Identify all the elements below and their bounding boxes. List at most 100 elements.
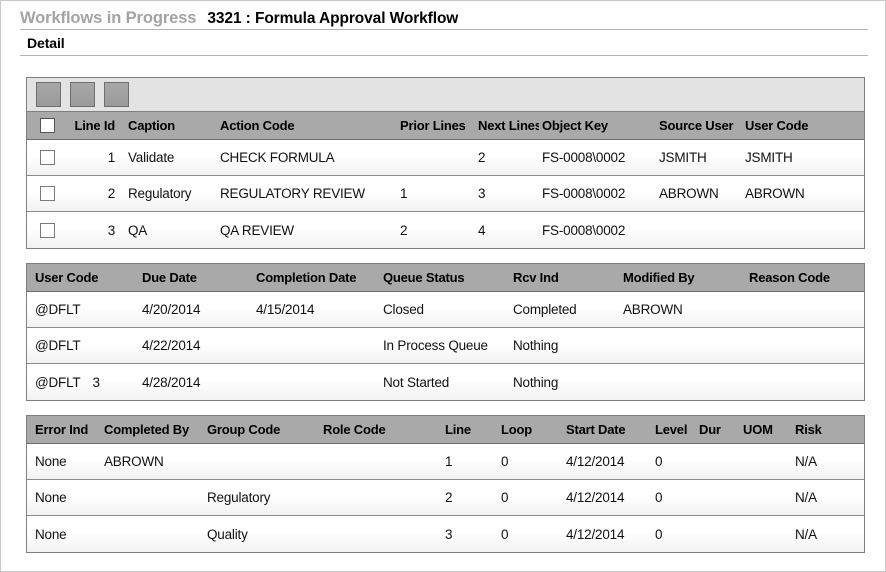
col-header-level[interactable]: Level [652,422,696,437]
col-header-loop[interactable]: Loop [498,422,563,437]
table-row[interactable]: @DFLT 4/20/2014 4/15/2014 Closed Complet… [27,292,864,328]
cell-due-date: 4/28/2014 [142,374,201,390]
cell-start-date: 4/12/2014 [566,454,625,469]
cell-next-lines: 3 [478,186,486,201]
cell-completion-date: 4/15/2014 [256,302,315,317]
table-row[interactable]: None Quality 3 0 4/12/2014 0 N/A [27,516,864,552]
cell-queue-user-code: @DFLT 3 [27,375,139,390]
cell-action-code: REGULATORY REVIEW [220,186,365,201]
page-header: Workflows in Progress 3321 : Formula App… [20,9,868,56]
table-row[interactable]: None ABROWN 1 0 4/12/2014 0 N/A [27,444,864,480]
col-header-uom[interactable]: UOM [740,422,792,437]
cell-line: 3 [445,526,453,542]
row-select-cell[interactable] [27,222,67,238]
col-header-reason-code[interactable]: Reason Code [746,270,864,285]
queue-grid-header: User Code Due Date Completion Date Queue… [27,264,864,292]
cell-completed-by: ABROWN [104,454,164,469]
status-grid-header: Error Ind Completed By Group Code Role C… [27,416,864,444]
cell-line: 2 [445,490,453,505]
col-header-user-code[interactable]: User Code [742,118,860,133]
col-header-modified-by[interactable]: Modified By [620,270,746,285]
cell-queue-status: In Process Queue [383,338,488,353]
col-header-role-code[interactable]: Role Code [320,422,436,437]
cell-action-code: QA REVIEW [220,222,294,238]
cell-level: 0 [655,526,663,542]
cell-source-user: ABROWN [659,186,719,201]
col-header-due-date[interactable]: Due Date [139,270,253,285]
cell-line: 1 [445,454,453,469]
select-all-cell[interactable] [27,118,67,133]
cell-start-date: 4/12/2014 [566,490,625,505]
title-row: Workflows in Progress 3321 : Formula App… [20,9,868,30]
cell-level: 0 [655,454,663,469]
workflow-lines-grid: Line Id Caption Action Code Prior Lines … [26,77,865,249]
table-row[interactable]: @DFLT 3 4/28/2014 Not Started Nothing [27,364,864,400]
col-header-object-key[interactable]: Object Key [539,118,656,133]
table-row[interactable]: 3 QA QA REVIEW 2 4 FS-0008\0002 [27,212,864,248]
cell-object-key: FS-0008\0002 [542,222,626,238]
table-row[interactable]: @DFLT 4/22/2014 In Process Queue Nothing [27,328,864,364]
col-header-line[interactable]: Line [436,422,498,437]
col-header-source-user[interactable]: Source User [656,118,742,133]
cell-user-code: JSMITH [745,150,793,165]
row-checkbox[interactable] [39,150,55,165]
col-header-rcv-ind[interactable]: Rcv Ind [510,270,620,285]
cell-caption: Validate [128,150,175,165]
col-header-start-date[interactable]: Start Date [563,422,652,437]
row-select-cell[interactable] [27,150,67,165]
cell-object-key: FS-0008\0002 [542,186,626,201]
col-header-completed-by[interactable]: Completed By [101,422,204,437]
cell-action-code: CHECK FORMULA [220,150,335,165]
col-header-dur[interactable]: Dur [696,422,740,437]
cell-error-ind: None [35,454,67,469]
cell-risk: N/A [795,490,817,505]
col-header-next-lines[interactable]: Next Lines [465,118,539,133]
col-header-line-id[interactable]: Line Id [67,118,125,133]
row-checkbox[interactable] [39,222,55,238]
toolbar-button-2[interactable] [70,82,95,107]
col-header-group-code[interactable]: Group Code [204,422,320,437]
row-checkbox[interactable] [39,186,55,201]
col-header-risk[interactable]: Risk [792,422,862,437]
cell-queue-user-code-extra: 3 [92,374,100,390]
table-row[interactable]: 1 Validate CHECK FORMULA 2 FS-0008\0002 … [27,140,864,176]
col-header-completion-date[interactable]: Completion Date [253,270,380,285]
cell-risk: N/A [795,526,817,542]
toolbar-button-1[interactable] [36,82,61,107]
cell-next-lines: 2 [478,150,486,165]
col-header-caption[interactable]: Caption [125,118,217,133]
cell-prior-lines: 1 [400,186,408,201]
cell-queue-user-code-text: @DFLT [35,374,81,390]
breadcrumb[interactable]: Workflows in Progress [20,9,196,28]
table-row[interactable]: 2 Regulatory REGULATORY REVIEW 1 3 FS-00… [27,176,864,212]
cell-start-date: 4/12/2014 [566,526,625,542]
cell-caption: QA [128,222,148,238]
col-header-action-code[interactable]: Action Code [217,118,387,133]
cell-rcv-ind: Nothing [513,338,559,353]
page-title: 3321 : Formula Approval Workflow [207,10,459,27]
toolbar-button-3[interactable] [104,82,129,107]
cell-group-code: Quality [207,526,248,542]
workflow-detail-page: Workflows in Progress 3321 : Formula App… [0,0,886,572]
cell-risk: N/A [795,454,817,469]
section-header: Detail [20,35,868,56]
cell-queue-status: Not Started [383,374,450,390]
cell-loop: 0 [501,490,509,505]
cell-level: 0 [655,490,663,505]
col-header-queue-user-code[interactable]: User Code [27,270,139,285]
col-header-prior-lines[interactable]: Prior Lines [387,118,465,133]
cell-loop: 0 [501,526,509,542]
cell-rcv-ind: Nothing [513,374,559,390]
col-header-error-ind[interactable]: Error Ind [27,422,101,437]
cell-line-id: 3 [107,222,116,238]
col-header-queue-status[interactable]: Queue Status [380,270,510,285]
cell-next-lines: 4 [478,222,486,238]
select-all-checkbox[interactable] [39,118,55,133]
table-row[interactable]: None Regulatory 2 0 4/12/2014 0 N/A [27,480,864,516]
row-select-cell[interactable] [27,186,67,201]
grid-toolbar [27,78,864,112]
cell-source-user: JSMITH [659,150,707,165]
queue-info-grid: User Code Due Date Completion Date Queue… [26,263,865,401]
cell-rcv-ind: Completed [513,302,577,317]
cell-line-id: 2 [107,186,116,201]
